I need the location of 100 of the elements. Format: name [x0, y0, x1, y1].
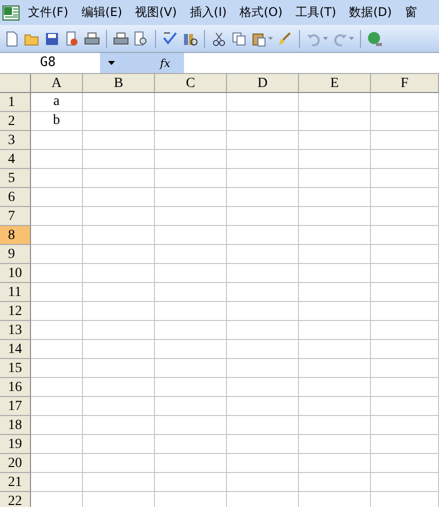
table-cell[interactable]	[155, 397, 227, 416]
table-cell[interactable]	[83, 226, 155, 245]
table-cell[interactable]: b	[31, 112, 83, 131]
spell-check-icon[interactable]	[162, 30, 178, 46]
new-document-icon[interactable]	[4, 30, 20, 46]
caret-icon[interactable]	[349, 37, 354, 40]
row-header[interactable]: 21	[0, 473, 31, 492]
caret-icon[interactable]	[323, 37, 328, 40]
menu-item[interactable]: 视图(V)	[135, 4, 184, 21]
globe-icon[interactable]	[367, 30, 383, 46]
table-cell[interactable]	[83, 131, 155, 150]
table-cell[interactable]	[227, 378, 299, 397]
table-cell[interactable]	[155, 169, 227, 188]
table-cell[interactable]	[83, 359, 155, 378]
table-cell[interactable]	[299, 112, 371, 131]
table-cell[interactable]	[155, 207, 227, 226]
table-cell[interactable]	[227, 112, 299, 131]
column-header[interactable]: D	[227, 74, 299, 93]
printer-icon[interactable]	[113, 30, 129, 46]
table-cell[interactable]	[299, 340, 371, 359]
table-cell[interactable]	[155, 435, 227, 454]
table-cell[interactable]	[299, 150, 371, 169]
table-cell[interactable]	[227, 93, 299, 112]
table-cell[interactable]	[371, 169, 439, 188]
table-cell[interactable]	[371, 226, 439, 245]
insert-function-button[interactable]: fx	[160, 53, 184, 73]
row-header[interactable]: 6	[0, 188, 31, 207]
table-cell[interactable]	[227, 226, 299, 245]
menu-item[interactable]: 格式(O)	[240, 4, 290, 21]
table-cell[interactable]	[227, 416, 299, 435]
menu-item[interactable]: 工具(T)	[296, 4, 344, 21]
table-cell[interactable]	[371, 378, 439, 397]
table-cell[interactable]	[155, 340, 227, 359]
select-all-corner[interactable]	[0, 74, 31, 93]
table-cell[interactable]	[227, 131, 299, 150]
table-cell[interactable]	[83, 454, 155, 473]
table-cell[interactable]	[371, 435, 439, 454]
name-box-dropdown[interactable]	[100, 53, 160, 73]
menu-item[interactable]: 文件(F)	[28, 4, 76, 21]
table-cell[interactable]	[299, 454, 371, 473]
row-header[interactable]: 22	[0, 492, 31, 507]
table-cell[interactable]	[155, 93, 227, 112]
row-header[interactable]: 2	[0, 112, 31, 131]
table-cell[interactable]	[83, 321, 155, 340]
table-cell[interactable]	[371, 359, 439, 378]
table-cell[interactable]	[155, 112, 227, 131]
table-cell[interactable]	[31, 169, 83, 188]
table-cell[interactable]	[227, 302, 299, 321]
row-header[interactable]: 10	[0, 264, 31, 283]
table-cell[interactable]	[299, 473, 371, 492]
table-cell[interactable]	[155, 359, 227, 378]
table-cell[interactable]	[371, 473, 439, 492]
table-cell[interactable]	[31, 359, 83, 378]
table-cell[interactable]	[31, 226, 83, 245]
table-cell[interactable]	[155, 188, 227, 207]
table-cell[interactable]	[227, 207, 299, 226]
table-cell[interactable]	[371, 340, 439, 359]
row-header[interactable]: 11	[0, 283, 31, 302]
row-header[interactable]: 17	[0, 397, 31, 416]
copy-icon[interactable]	[231, 30, 247, 46]
table-cell[interactable]	[83, 302, 155, 321]
table-cell[interactable]	[31, 207, 83, 226]
table-cell[interactable]	[31, 188, 83, 207]
table-cell[interactable]	[371, 93, 439, 112]
table-cell[interactable]	[83, 435, 155, 454]
table-cell[interactable]	[299, 131, 371, 150]
table-cell[interactable]	[31, 473, 83, 492]
table-cell[interactable]	[31, 435, 83, 454]
table-cell[interactable]	[371, 150, 439, 169]
table-cell[interactable]	[227, 454, 299, 473]
printer-icon[interactable]	[84, 30, 100, 46]
row-header[interactable]: 3	[0, 131, 31, 150]
table-cell[interactable]	[83, 473, 155, 492]
table-cell[interactable]	[227, 169, 299, 188]
row-header[interactable]: 14	[0, 340, 31, 359]
table-cell[interactable]	[299, 169, 371, 188]
table-cell[interactable]	[299, 378, 371, 397]
column-header[interactable]: C	[155, 74, 227, 93]
table-cell[interactable]	[31, 302, 83, 321]
table-cell[interactable]	[227, 435, 299, 454]
row-header[interactable]: 18	[0, 416, 31, 435]
table-cell[interactable]	[299, 321, 371, 340]
table-cell[interactable]	[227, 321, 299, 340]
table-cell[interactable]	[299, 359, 371, 378]
table-cell[interactable]	[371, 397, 439, 416]
table-cell[interactable]	[371, 112, 439, 131]
table-cell[interactable]	[227, 188, 299, 207]
table-cell[interactable]	[371, 131, 439, 150]
menu-item[interactable]: 插入(I)	[190, 4, 234, 21]
table-cell[interactable]	[299, 283, 371, 302]
table-cell[interactable]	[155, 416, 227, 435]
column-header[interactable]: B	[83, 74, 155, 93]
row-header[interactable]: 7	[0, 207, 31, 226]
magnifier-page-icon[interactable]	[133, 30, 149, 46]
row-header[interactable]: 4	[0, 150, 31, 169]
table-cell[interactable]	[31, 264, 83, 283]
table-cell[interactable]	[83, 112, 155, 131]
table-cell[interactable]	[155, 283, 227, 302]
table-cell[interactable]	[31, 416, 83, 435]
table-cell[interactable]	[371, 207, 439, 226]
